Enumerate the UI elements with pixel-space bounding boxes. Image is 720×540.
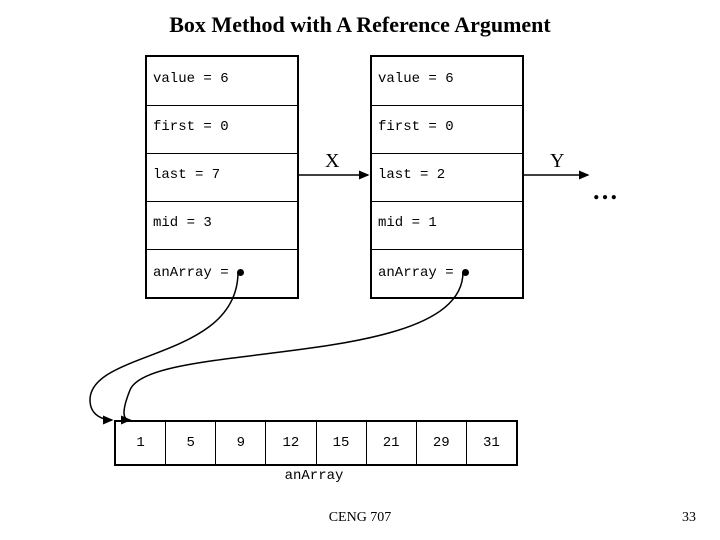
divider [372,153,522,154]
array-cell: 29 [417,422,467,464]
box-b-value: value = 6 [378,71,454,87]
box-b-mid: mid = 1 [378,215,437,231]
box-b-ptr: anArray = [378,265,454,281]
footer-course: CENG 707 [0,510,720,526]
array-cell: 5 [166,422,216,464]
activation-box-2: value = 6 first = 0 last = 2 mid = 1 anA… [370,55,524,299]
label-y: Y [550,150,564,173]
box-a-ptr: anArray = [153,265,229,281]
box-a-mid: mid = 3 [153,215,212,231]
array-cell: 21 [367,422,417,464]
box-b-last: last = 2 [378,167,445,183]
pointer-dot-icon [237,269,244,276]
box-a-value: value = 6 [153,71,229,87]
activation-box-1: value = 6 first = 0 last = 7 mid = 3 anA… [145,55,299,299]
page-number: 33 [682,510,696,526]
box-a-last: last = 7 [153,167,220,183]
array-cell: 9 [216,422,266,464]
array-cell: 31 [467,422,516,464]
box-a-first: first = 0 [153,119,229,135]
array-cell: 12 [266,422,316,464]
divider [147,201,297,202]
array-label: anArray [114,468,514,484]
box-b-first: first = 0 [378,119,454,135]
divider [147,153,297,154]
divider [147,105,297,106]
divider [372,201,522,202]
slide-title: Box Method with A Reference Argument [0,12,720,38]
label-x: X [325,150,339,173]
divider [372,105,522,106]
divider [147,249,297,250]
array-cell: 1 [116,422,166,464]
ellipsis-icon: … [592,176,620,206]
array-cell: 15 [317,422,367,464]
array-box: 1 5 9 12 15 21 29 31 [114,420,518,466]
pointer-dot-icon [462,269,469,276]
divider [372,249,522,250]
